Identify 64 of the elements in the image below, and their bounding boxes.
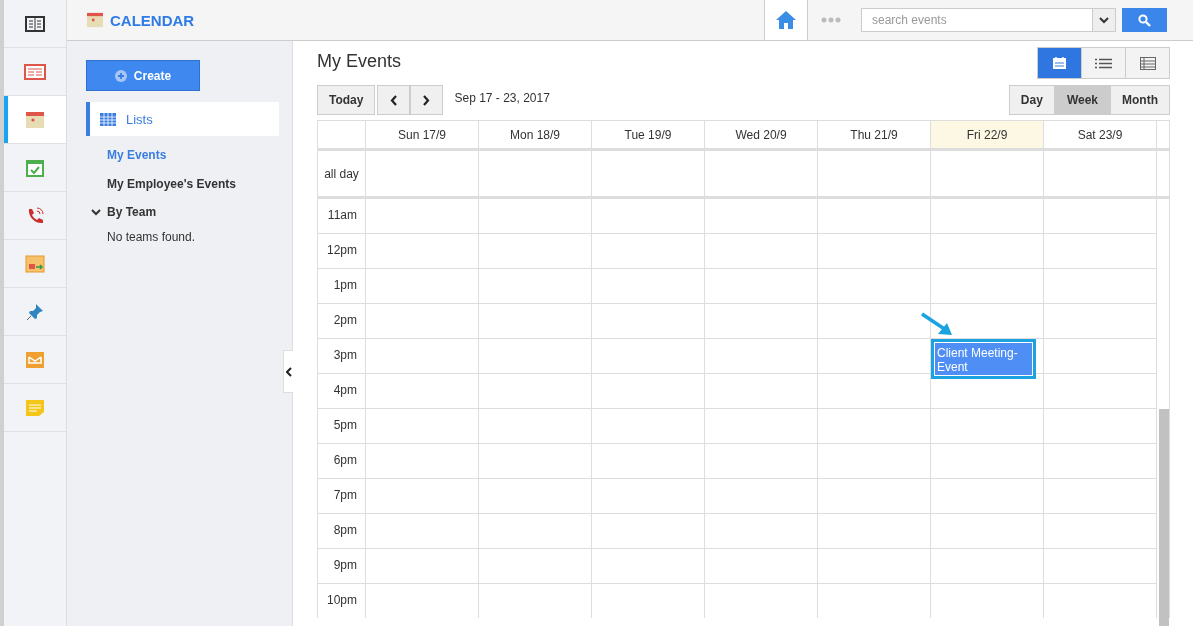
previous-button[interactable] — [377, 85, 411, 115]
page-title: My Events — [317, 51, 402, 72]
time-label: 12pm — [325, 242, 358, 259]
time-label: 4pm — [332, 382, 358, 399]
search-button[interactable] — [1122, 8, 1167, 32]
empty-message: No teams found. — [107, 230, 197, 244]
dropdown-button[interactable] — [1093, 8, 1116, 32]
day-header: Sat 23/9 — [1043, 121, 1156, 148]
calendar-icon — [25, 110, 45, 129]
calendar-list-item[interactable]: My Employee's Events — [107, 174, 279, 194]
time-label: 8pm — [332, 522, 358, 539]
chevron-left-icon — [390, 94, 398, 106]
lists-header[interactable]: Lists — [86, 102, 279, 136]
chevron-down-icon — [91, 208, 101, 216]
time-label: 11am — [326, 207, 358, 224]
date-range: Sep 17 - 23, 2017 — [454, 91, 550, 105]
day-header: Wed 20/9 — [704, 121, 817, 148]
time-label: 6pm — [332, 452, 358, 469]
team-group-toggle[interactable]: By Team — [91, 202, 279, 222]
create-button[interactable]: Create — [86, 60, 200, 91]
day-header: Fri 22/9 — [930, 121, 1043, 148]
mail-icon — [25, 350, 45, 369]
view-tab[interactable]: Day — [1008, 85, 1055, 115]
chevron-down-icon — [1099, 16, 1109, 24]
search-icon — [1138, 13, 1151, 27]
calendar-list-item[interactable]: My Events — [107, 145, 279, 165]
view-tab[interactable]: Week — [1054, 85, 1110, 115]
all-day-label: all day — [323, 165, 360, 183]
book-icon — [25, 15, 45, 32]
today-button[interactable]: Today — [317, 85, 376, 115]
chevron-right-icon — [423, 94, 431, 106]
home-icon — [775, 10, 797, 30]
plus-circle-icon — [114, 69, 127, 82]
view-tab[interactable]: Month — [1110, 85, 1170, 115]
search-field[interactable]: search events — [861, 8, 1093, 32]
table-icon — [1139, 56, 1156, 70]
time-label: 2pm — [332, 312, 358, 329]
view-toggle-button[interactable] — [1125, 48, 1169, 78]
document-icon — [24, 63, 46, 80]
time-label: 3pm — [332, 347, 358, 364]
time-label: 9pm — [332, 557, 358, 574]
home-button[interactable] — [764, 0, 808, 40]
list-icon — [1095, 57, 1112, 69]
calendar-icon — [86, 12, 104, 28]
calendar-icon — [1053, 57, 1066, 69]
calendar-check-icon — [25, 157, 45, 178]
table-icon — [100, 112, 116, 126]
pin-icon — [26, 302, 44, 321]
chevron-left-icon — [285, 366, 292, 377]
time-label: 1pm — [332, 277, 358, 294]
time-label: 7pm — [332, 487, 358, 504]
arrow-drawing — [920, 312, 954, 338]
view-toggle-button[interactable] — [1038, 48, 1081, 78]
day-header: Sun 17/9 — [365, 121, 478, 148]
day-header: Tue 19/9 — [591, 121, 704, 148]
next-button[interactable] — [410, 85, 444, 115]
day-header: Mon 18/9 — [478, 121, 591, 148]
collapse-handle[interactable] — [283, 350, 293, 393]
note-icon — [25, 398, 45, 417]
time-label: 5pm — [332, 417, 358, 434]
view-toggle-button[interactable] — [1081, 48, 1125, 78]
time-label: 10pm — [325, 592, 358, 609]
app-title: CALENDAR — [110, 11, 195, 29]
contact-card-icon — [25, 254, 45, 273]
